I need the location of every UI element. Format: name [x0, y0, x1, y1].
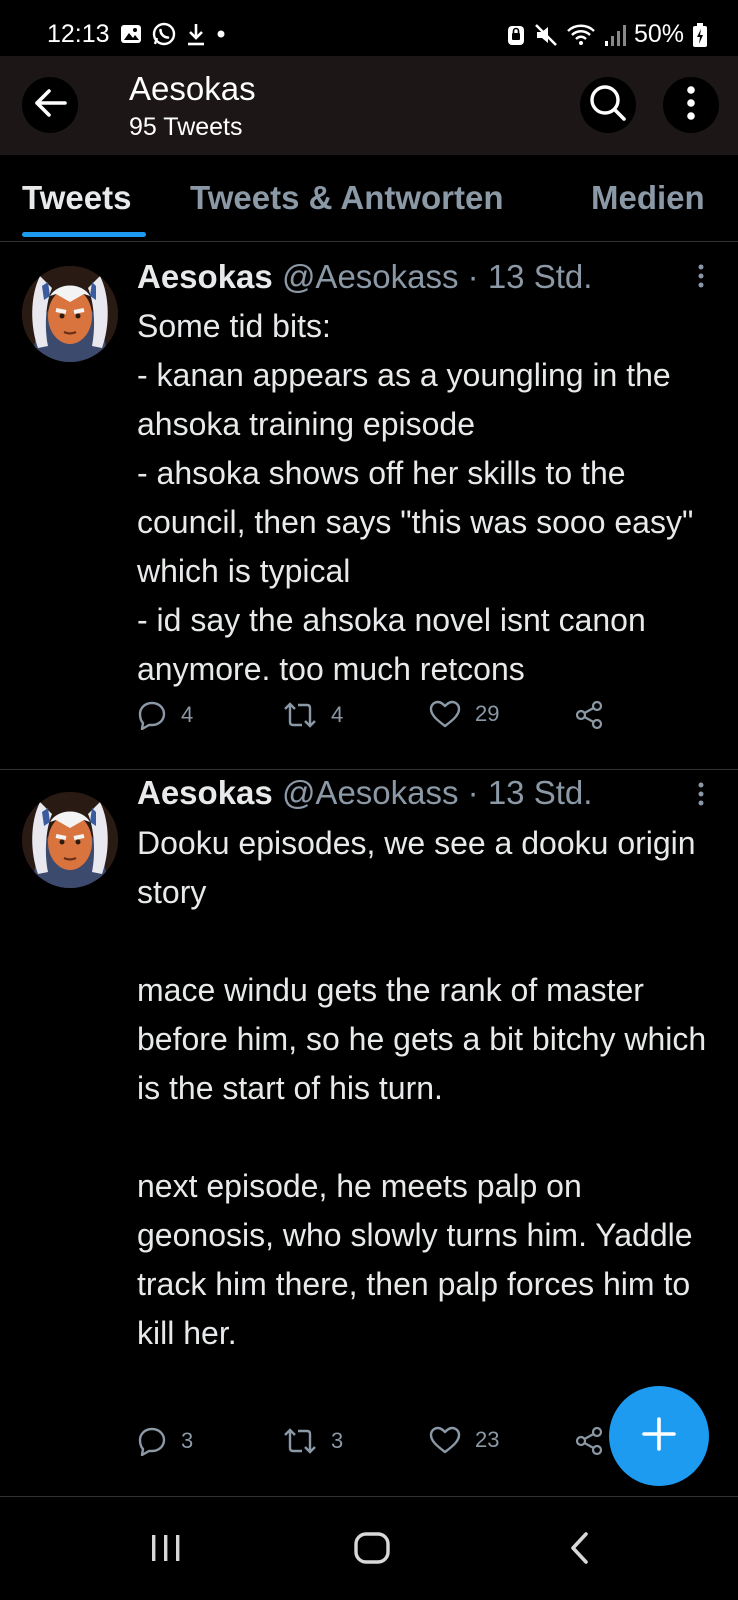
tab-media[interactable]: Medien	[591, 179, 705, 217]
heart-icon	[429, 1426, 461, 1454]
active-tab-indicator	[22, 232, 146, 237]
gallery-icon	[120, 24, 142, 44]
battery-percent: 50%	[633, 20, 684, 48]
mute-icon	[534, 23, 558, 47]
heart-icon	[429, 700, 461, 728]
retweet-button[interactable]: 3	[283, 1426, 343, 1456]
retweet-count: 4	[331, 702, 344, 727]
more-vertical-icon	[686, 85, 696, 125]
reply-icon	[137, 700, 167, 730]
share-button[interactable]	[574, 700, 604, 730]
like-count: 23	[475, 1427, 500, 1452]
profile-header: Aesokas 95 Tweets	[0, 56, 738, 155]
more-options-button[interactable]	[663, 77, 719, 133]
search-button[interactable]	[580, 77, 636, 133]
wifi-icon	[566, 23, 596, 47]
like-button[interactable]: 29	[429, 700, 499, 728]
page-title: Aesokas	[129, 70, 256, 107]
retweet-button[interactable]: 4	[283, 700, 343, 730]
status-time: 12:13	[47, 20, 110, 48]
tweet-meta: @Aesokass · 13 Std.	[281, 774, 593, 811]
back-icon	[568, 1531, 590, 1570]
share-icon	[574, 1426, 604, 1456]
like-button[interactable]: 23	[429, 1426, 499, 1454]
tweet-text: Some tid bits: - kanan appears as a youn…	[137, 308, 694, 687]
reply-icon	[137, 1426, 167, 1456]
back-button[interactable]	[22, 77, 78, 133]
retweet-icon	[283, 1426, 317, 1456]
reply-button[interactable]: 4	[137, 700, 193, 730]
dot-icon	[216, 29, 226, 39]
reply-count: 3	[181, 1428, 194, 1453]
tweet[interactable]: Aesokas @Aesokass · 13 Std. Some tid bit…	[0, 242, 738, 770]
system-nav-bar	[0, 1500, 738, 1600]
tweet-header: Aesokas @Aesokass · 13 Std.	[137, 774, 592, 812]
download-icon	[186, 22, 206, 46]
profile-tabs: Tweets Tweets & Antworten Medien	[0, 155, 738, 242]
reply-button[interactable]: 3	[137, 1426, 193, 1456]
search-icon	[588, 83, 628, 128]
tweet-text: Dooku episodes, we see a dooku origin st…	[137, 825, 707, 1351]
retweet-count: 3	[331, 1428, 344, 1453]
tweet-author-name[interactable]: Aesokas	[137, 774, 273, 811]
tweet[interactable]: Aesokas @Aesokass · 13 Std. Dooku episod…	[0, 770, 738, 1497]
plus-icon	[641, 1416, 677, 1457]
tweet-count: 95 Tweets	[129, 113, 243, 141]
status-bar: 12:13 50%	[0, 0, 738, 56]
whatsapp-icon	[152, 22, 176, 46]
tab-tweets-and-replies[interactable]: Tweets & Antworten	[190, 179, 504, 217]
recent-apps-icon	[149, 1533, 183, 1568]
system-back-button[interactable]	[519, 1500, 639, 1600]
tweet-author-name[interactable]: Aesokas	[137, 258, 273, 295]
tweet-meta: @Aesokass · 13 Std.	[281, 258, 593, 295]
tweet-actions: 4 4 29	[137, 700, 727, 740]
share-button[interactable]	[574, 1426, 604, 1456]
signal-icon	[604, 23, 626, 47]
recent-apps-button[interactable]	[106, 1500, 226, 1600]
home-button[interactable]	[312, 1500, 432, 1600]
tweet-header: Aesokas @Aesokass · 13 Std.	[137, 258, 592, 296]
home-icon	[354, 1531, 390, 1569]
tweet-menu-button[interactable]	[694, 780, 708, 810]
tweet-menu-button[interactable]	[694, 262, 708, 292]
battery-icon	[692, 22, 708, 48]
avatar[interactable]	[22, 792, 118, 888]
retweet-icon	[283, 700, 317, 730]
reply-count: 4	[181, 702, 194, 727]
compose-tweet-button[interactable]	[609, 1386, 709, 1486]
android-lock-icon	[506, 23, 526, 47]
avatar[interactable]	[22, 266, 118, 362]
share-icon	[574, 700, 604, 730]
tab-tweets[interactable]: Tweets	[22, 179, 131, 217]
like-count: 29	[475, 701, 500, 726]
arrow-left-icon	[33, 88, 67, 123]
